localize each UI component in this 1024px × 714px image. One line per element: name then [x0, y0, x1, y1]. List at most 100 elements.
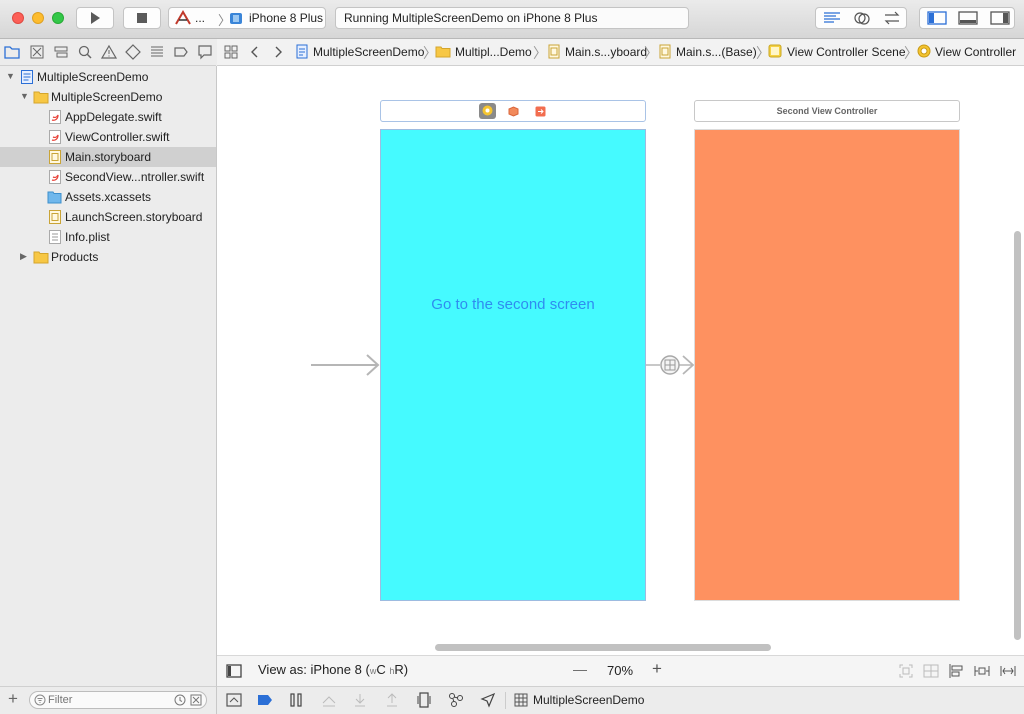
size-class-width-value: C: [376, 662, 386, 677]
scheme-selector[interactable]: ... 〉 iPhone 8 Plus: [168, 7, 326, 29]
align-icon[interactable]: [948, 663, 964, 679]
debug-target-label[interactable]: MultipleScreenDemo: [533, 693, 644, 707]
step-out-icon[interactable]: [385, 693, 399, 707]
update-frames-icon[interactable]: [898, 663, 914, 679]
exit-icon[interactable]: [535, 106, 546, 117]
run-button[interactable]: [76, 7, 114, 29]
view-controller-icon: [917, 44, 931, 58]
view-as-device-button[interactable]: View as: iPhone 8 (wC hR): [258, 662, 408, 677]
size-class-close-paren: ): [403, 662, 409, 677]
view-controller-dock-button[interactable]: [479, 103, 496, 119]
second-view-controller-view[interactable]: [694, 129, 960, 601]
pause-icon[interactable]: [290, 693, 302, 707]
filter-field[interactable]: [29, 691, 207, 709]
breakpoint-navigator-icon[interactable]: [173, 44, 189, 60]
swift-file-icon: [49, 170, 61, 184]
standard-editor-icon[interactable]: [822, 11, 842, 25]
tree-item-file[interactable]: LaunchScreen.storyboard: [0, 207, 216, 227]
zoom-in-button[interactable]: +: [652, 659, 662, 679]
filter-input[interactable]: [48, 692, 168, 708]
tree-item-project[interactable]: ▼ MultipleScreenDemo: [0, 67, 216, 87]
scene-dock[interactable]: [380, 100, 646, 122]
project-navigator-icon[interactable]: [4, 44, 20, 60]
crumb-storyboard[interactable]: Main.s...yboard: [565, 45, 647, 59]
issue-navigator-icon[interactable]: [101, 44, 117, 60]
test-navigator-icon[interactable]: [125, 44, 141, 60]
step-into-icon[interactable]: [353, 693, 367, 707]
panel-toggle-group: [919, 7, 1015, 29]
zoom-out-button[interactable]: —: [573, 661, 587, 677]
folder-icon: [435, 46, 451, 58]
add-new-constraints-icon[interactable]: [974, 663, 990, 679]
recent-files-clock-icon[interactable]: [174, 694, 186, 706]
crumb-storyboard-base[interactable]: Main.s...(Base): [676, 45, 757, 59]
tree-item-label: Main.storyboard: [65, 150, 152, 164]
utilities-panel-icon[interactable]: [990, 11, 1010, 25]
step-over-icon[interactable]: [321, 693, 337, 707]
tree-item-label: SecondView...ntroller.swift: [65, 170, 205, 184]
second-scene-title[interactable]: Second View Controller: [694, 100, 960, 122]
swift-file-icon: [49, 130, 61, 144]
breakpoints-toggle-icon[interactable]: [257, 694, 273, 706]
disclosure-closed-icon[interactable]: ▶: [20, 251, 27, 262]
tree-item-label: LaunchScreen.storyboard: [65, 210, 203, 224]
zoom-window-button[interactable]: [52, 12, 64, 24]
first-view-controller-view[interactable]: Go to the second screen: [380, 129, 646, 601]
tree-item-file[interactable]: AppDelegate.swift: [0, 107, 216, 127]
simulate-location-icon[interactable]: [480, 692, 496, 708]
debug-memory-graph-icon[interactable]: [448, 692, 464, 708]
related-items-grid-icon[interactable]: [224, 45, 238, 59]
swift-file-icon: [49, 110, 61, 124]
hide-debug-area-icon[interactable]: [226, 693, 242, 707]
interface-builder-canvas[interactable]: Go to the second screen Second View Cont…: [217, 66, 1024, 655]
tree-item-label: ViewController.swift: [65, 130, 170, 144]
tree-item-group[interactable]: ▶ Products: [0, 247, 216, 267]
find-navigator-icon[interactable]: [77, 44, 93, 60]
debug-navigator-icon[interactable]: [149, 44, 165, 60]
stop-button[interactable]: [123, 7, 161, 29]
tree-item-file[interactable]: Info.plist: [0, 227, 216, 247]
tree-item-group[interactable]: ▼ MultipleScreenDemo: [0, 87, 216, 107]
source-control-filter-icon[interactable]: [190, 694, 202, 706]
embed-in-stack-icon[interactable]: [923, 663, 939, 679]
symbol-navigator-icon[interactable]: [53, 44, 69, 60]
assistant-editor-icon[interactable]: [852, 10, 872, 26]
forward-arrow-icon[interactable]: [273, 45, 283, 59]
disclosure-open-icon[interactable]: ▼: [20, 91, 29, 101]
debug-view-hierarchy-icon[interactable]: [417, 692, 431, 708]
navigator-panel-icon[interactable]: [927, 11, 947, 25]
crumb-view-controller[interactable]: View Controller: [935, 45, 1016, 59]
navigator-selector-bar: [0, 39, 216, 66]
tree-item-file[interactable]: Assets.xcassets: [0, 187, 216, 207]
stop-icon: [137, 13, 147, 23]
back-arrow-icon[interactable]: [250, 45, 260, 59]
report-navigator-icon[interactable]: [197, 44, 213, 60]
tree-item-label: MultipleScreenDemo: [51, 90, 163, 104]
initial-view-controller-arrow-icon[interactable]: [309, 352, 381, 378]
tree-item-file[interactable]: ViewController.swift: [0, 127, 216, 147]
show-segue-icon[interactable]: [646, 352, 696, 378]
version-editor-icon[interactable]: [882, 11, 902, 25]
minimize-window-button[interactable]: [32, 12, 44, 24]
crumb-chevron-icon: 〉: [533, 45, 547, 61]
storyboard-file-icon: [659, 44, 671, 59]
close-window-button[interactable]: [12, 12, 24, 24]
scene-icon: [768, 44, 782, 58]
vertical-scrollbar[interactable]: [1014, 231, 1021, 640]
navigator-footer: +: [0, 686, 217, 714]
tree-item-file[interactable]: SecondView...ntroller.swift: [0, 167, 216, 187]
crumb-group[interactable]: Multipl...Demo: [455, 45, 532, 59]
crumb-project[interactable]: MultipleScreenDemo: [313, 45, 424, 59]
horizontal-scrollbar[interactable]: [435, 644, 771, 651]
document-outline-toggle-icon[interactable]: [226, 664, 242, 678]
resolve-auto-layout-icon[interactable]: [1000, 663, 1016, 679]
crumb-scene[interactable]: View Controller Scene: [787, 45, 906, 59]
go-to-second-screen-button[interactable]: Go to the second screen: [381, 296, 645, 313]
debug-panel-icon[interactable]: [958, 11, 978, 25]
add-file-plus-icon[interactable]: +: [8, 689, 18, 709]
first-responder-icon[interactable]: [508, 106, 519, 117]
tree-item-label: Products: [51, 250, 99, 264]
tree-item-file-selected[interactable]: Main.storyboard: [0, 147, 216, 167]
source-control-navigator-icon[interactable]: [29, 44, 45, 60]
disclosure-open-icon[interactable]: ▼: [6, 71, 15, 81]
